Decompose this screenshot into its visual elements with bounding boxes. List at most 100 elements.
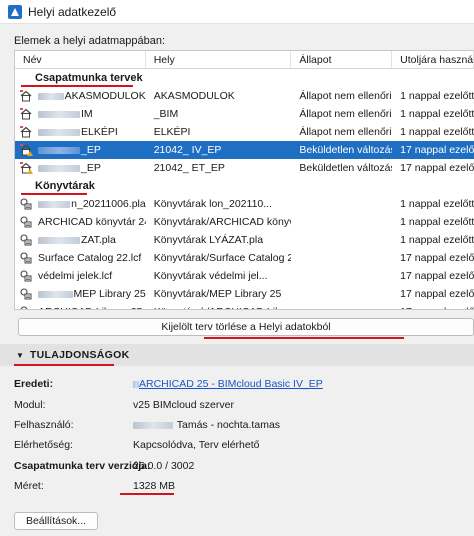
property-value: Tamás - nochta.tamas bbox=[133, 417, 280, 433]
cell-last-used: 1 nappal ezelőtt bbox=[400, 126, 474, 138]
cell-name: _EP bbox=[15, 141, 146, 159]
cell-location: Könyvtárak/ARCHICAD Library 25 bbox=[146, 303, 292, 309]
column-header-last-used[interactable]: Utoljára használt bbox=[392, 51, 474, 68]
property-row: Modul: v25 BIMcloud szerver bbox=[0, 397, 474, 413]
property-row: Eredeti: ARCHICAD 25 - BIMcloud Basic IV… bbox=[0, 376, 474, 392]
table-row[interactable]: védelmi jelek.lcf Könyvtárak védelmi jel.… bbox=[15, 267, 474, 285]
cell-status: Beküldetlen változások bbox=[299, 162, 392, 174]
redaction-mask bbox=[38, 92, 64, 100]
cell-location: Könyvtárak/Surface Catalog 22.lcf bbox=[153, 252, 292, 264]
table-row[interactable]: AKASMODULOK AKASMODULOK Állapot nem ellenő… bbox=[15, 87, 474, 105]
cell-last-used: 17 nappal ezelőtt bbox=[400, 162, 474, 174]
column-header-location[interactable]: Hely bbox=[146, 51, 292, 68]
cell-last-used: 17 nappal ezelőtt bbox=[400, 252, 474, 264]
redaction-mask bbox=[38, 128, 80, 136]
table-header: Név Hely Állapot Utoljára használt bbox=[15, 51, 474, 69]
properties-header-label: TULAJDONSÁGOK bbox=[29, 349, 130, 361]
origin-link[interactable]: ARCHICAD 25 - BIMcloud Basic IV_EP bbox=[139, 378, 323, 390]
annotation-underline bbox=[204, 337, 404, 339]
cell-last-used: 1 nappal ezelőtt bbox=[400, 198, 474, 210]
cell-name: n_20211006.pla bbox=[15, 195, 146, 213]
cell-last-used: 17 nappal ezelőtt bbox=[400, 144, 474, 156]
property-row: Elérhetőség: Kapcsolódva, Terv elérhető bbox=[0, 437, 474, 453]
teamwork-project-icon bbox=[19, 125, 33, 139]
library-icon bbox=[19, 233, 33, 247]
library-icon bbox=[19, 305, 33, 309]
property-value[interactable]: ARCHICAD 25 - BIMcloud Basic IV_EP bbox=[133, 376, 323, 392]
cell-location: Könyvtárak/ARCHICAD könyvtár ... bbox=[153, 216, 292, 228]
item-name: ARCHICAD könyvtár 24 bbox=[38, 216, 146, 228]
teamwork-project-icon bbox=[19, 89, 33, 103]
cell-status: Beküldetlen változások bbox=[299, 144, 392, 156]
cell-location: _BIM bbox=[153, 108, 179, 120]
property-value: Kapcsolódva, Terv elérhető bbox=[133, 439, 260, 451]
cell-name: _EP bbox=[15, 159, 146, 177]
item-name: IM bbox=[81, 108, 93, 120]
table-row[interactable]: IM _BIM Állapot nem ellenőriz... 1 nappal e… bbox=[15, 105, 474, 123]
collapse-triangle-icon[interactable]: ▼ bbox=[16, 351, 24, 360]
group-header[interactable]: Könyvtárak bbox=[15, 177, 474, 195]
local-data-table[interactable]: Név Hely Állapot Utoljára használt Csapa… bbox=[14, 50, 474, 310]
settings-button[interactable]: Beállítások... bbox=[14, 512, 98, 530]
cell-status: Állapot nem ellenőriz... bbox=[299, 126, 392, 138]
property-key: Felhasználó: bbox=[14, 419, 74, 431]
table-row[interactable]: ZAT.pla Könyvtárak LYÁZAT.pla 1 nappal eze… bbox=[15, 231, 474, 249]
group-label: Könyvtárak bbox=[35, 180, 95, 192]
cell-location: AKASMODULOK bbox=[153, 90, 235, 102]
cell-location: Könyvtárak lon_202110... bbox=[153, 198, 273, 210]
item-name: ELKÉPI bbox=[81, 126, 118, 138]
cell-location: ELKÉPI bbox=[153, 126, 191, 138]
cell-last-used: 1 nappal ezelőtt bbox=[400, 216, 474, 228]
table-body: Csapatmunka tervek AKASMODULOK AKASMODULOK… bbox=[15, 69, 474, 309]
item-name: _EP bbox=[81, 144, 101, 156]
table-row[interactable]: n_20211006.pla Könyvtárak lon_202110... 1 … bbox=[15, 195, 474, 213]
property-row: Csapatmunka terv verziója: 25.0.0 / 3002 bbox=[0, 458, 474, 474]
cell-name: MEP Library 25 bbox=[15, 285, 146, 303]
property-key: Elérhetőség: bbox=[14, 439, 73, 451]
redaction-mask bbox=[38, 236, 80, 244]
table-row[interactable]: ARCHICAD Library 25 Könyvtárak/ARCHICAD L… bbox=[15, 303, 474, 309]
annotation-underline bbox=[14, 364, 114, 366]
cell-name: ARCHICAD Library 25 bbox=[15, 303, 146, 309]
annotation-underline bbox=[120, 493, 174, 495]
cell-last-used: 1 nappal ezelőtt bbox=[400, 108, 474, 120]
window-title: Helyi adatkezelő bbox=[28, 4, 117, 19]
list-caption: Elemek a helyi adatmappában: bbox=[14, 35, 166, 47]
properties-section-header[interactable]: ▼ TULAJDONSÁGOK bbox=[0, 344, 474, 366]
cell-location: Könyvtárak/MEP Library 25 bbox=[153, 288, 282, 300]
table-row[interactable]: _EP 21042_ ET_EP Beküldetlen változások 17 … bbox=[15, 159, 474, 177]
cell-last-used: 1 nappal ezelőtt bbox=[400, 90, 474, 102]
redaction-mask bbox=[38, 110, 80, 118]
table-row[interactable]: _EP 21042_ IV_EP Beküldetlen változások 17 … bbox=[15, 141, 474, 159]
cell-last-used: 17 nappal ezelőtt bbox=[400, 270, 474, 282]
cell-status: Állapot nem ellenőriz... bbox=[299, 108, 392, 120]
column-header-status[interactable]: Állapot bbox=[291, 51, 393, 68]
teamwork-project-warning-icon bbox=[19, 143, 33, 157]
redaction-mask bbox=[38, 200, 71, 208]
redaction-mask bbox=[133, 421, 173, 429]
cell-location: Könyvtárak LYÁZAT.pla bbox=[153, 234, 264, 246]
item-name: n_20211006.pla bbox=[71, 198, 146, 210]
table-row[interactable]: Surface Catalog 22.lcf Könyvtárak/Surface… bbox=[15, 249, 474, 267]
column-header-name[interactable]: Név bbox=[15, 51, 146, 68]
property-key: Eredeti: bbox=[14, 378, 54, 390]
table-row[interactable]: MEP Library 25 Könyvtárak/MEP Library 25 1… bbox=[15, 285, 474, 303]
library-icon bbox=[19, 287, 33, 301]
teamwork-project-warning-icon bbox=[19, 161, 33, 175]
property-value: v25 BIMcloud szerver bbox=[133, 399, 234, 411]
cell-last-used: 17 nappal ezelőtt bbox=[392, 303, 474, 309]
cell-location: Könyvtárak védelmi jel... bbox=[153, 270, 268, 282]
cell-last-used: 17 nappal ezelőtt bbox=[400, 288, 474, 300]
cell-name: ELKÉPI bbox=[15, 123, 146, 141]
group-header[interactable]: Csapatmunka tervek bbox=[15, 69, 474, 87]
cell-location: 21042_ ET_EP bbox=[153, 162, 225, 174]
library-icon bbox=[19, 197, 33, 211]
property-row: Felhasználó: Tamás - nochta.tamas bbox=[0, 417, 474, 433]
table-row[interactable]: ELKÉPI ELKÉPI Állapot nem ellenőriz... 1 na… bbox=[15, 123, 474, 141]
table-row[interactable]: ARCHICAD könyvtár 24 Könyvtárak/ARCHICAD … bbox=[15, 213, 474, 231]
item-name: AKASMODULOK bbox=[64, 90, 146, 102]
library-icon bbox=[19, 215, 33, 229]
cell-name: védelmi jelek.lcf bbox=[15, 267, 146, 285]
delete-selected-button[interactable]: Kijelölt terv törlése a Helyi adatokból bbox=[18, 318, 474, 336]
item-name: ARCHICAD Library 25 bbox=[38, 303, 142, 309]
